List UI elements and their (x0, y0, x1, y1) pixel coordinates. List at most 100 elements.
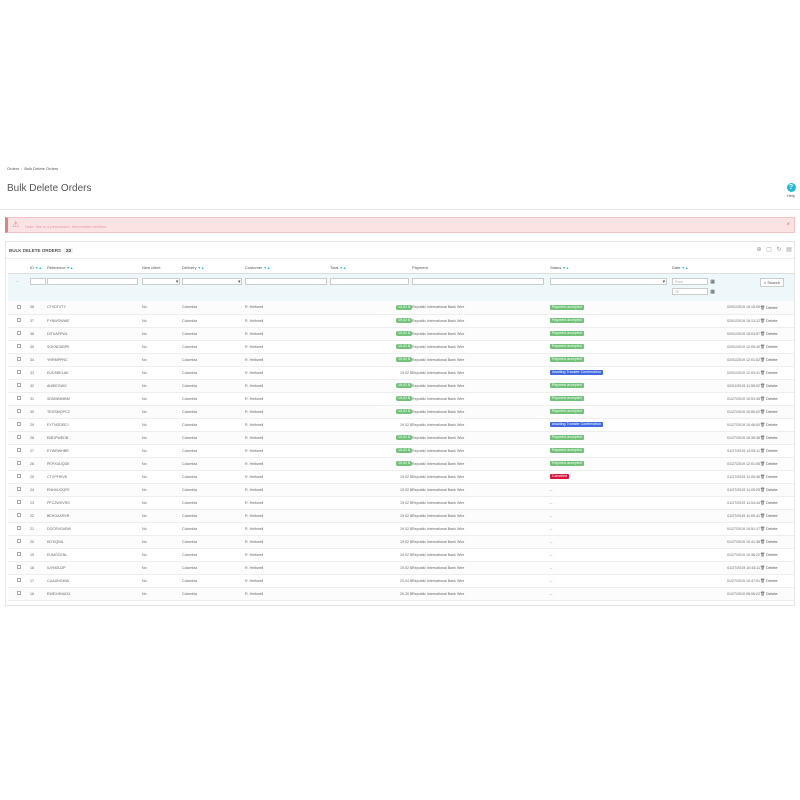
row-checkbox[interactable] (17, 370, 21, 374)
breadcrumb-orders-link[interactable]: Orders (7, 166, 19, 171)
row-checkbox[interactable] (17, 474, 21, 478)
row-checkbox[interactable] (17, 500, 21, 504)
sort-icon[interactable]: ▼▲ (681, 266, 688, 270)
filter-payment-input[interactable] (412, 277, 545, 285)
table-row[interactable]: 25 CTVPFHIVE No Colombia R. Helbwell 19,02 $ R… (8, 470, 794, 484)
row-checkbox[interactable] (17, 578, 21, 582)
filter-date-to[interactable]: To ▦ (672, 287, 715, 295)
table-row[interactable]: 38 CTVDTVTY No Colombia R. Helbwell 19,02 $ Re… (8, 301, 794, 315)
header-reference[interactable]: Reference▼▲ (47, 262, 142, 274)
filter-delivery-select[interactable] (182, 277, 243, 285)
row-checkbox[interactable] (17, 539, 21, 543)
sort-icon[interactable]: ▼▲ (66, 266, 73, 270)
delete-button[interactable]: 🗑Delete (760, 526, 778, 531)
row-checkbox[interactable] (17, 448, 21, 452)
filter-customer-input[interactable] (245, 277, 327, 285)
calendar-icon[interactable]: ▦ (710, 289, 715, 295)
delete-button[interactable]: 🗑Delete (760, 578, 778, 583)
table-row[interactable]: 28 EMDPWEDB No Colombia R. Helbwell 19,02 $ Re… (8, 431, 794, 445)
table-row[interactable]: 32 AHIEEGWG No Colombia R. Helbwell 19,02 $ Re… (8, 379, 794, 393)
delete-button[interactable]: 🗑Delete (760, 461, 778, 466)
header-customer[interactable]: Customer▼▲ (245, 262, 330, 274)
sort-icon[interactable]: ▼▲ (339, 266, 346, 270)
table-row[interactable]: 19 EUMGCENL No Colombia R. Helbwell 19,02 $ Re… (8, 548, 794, 562)
delete-button[interactable]: 🗑Delete (760, 383, 778, 388)
delete-button[interactable]: 🗑Delete (760, 344, 778, 349)
filter-total-input[interactable] (330, 277, 409, 285)
header-date[interactable]: Date▼▲ (672, 262, 760, 274)
table-row[interactable]: 36 DITUAFPWL No Colombia R. Helbwell 19,02 $ R… (8, 327, 794, 341)
delete-button[interactable]: 🗑Delete (760, 474, 778, 479)
row-checkbox[interactable] (17, 422, 21, 426)
filter-reference-input[interactable] (47, 277, 139, 285)
delete-button[interactable]: 🗑Delete (760, 305, 778, 310)
filter-date-from[interactable]: From ▦ (672, 277, 715, 285)
row-checkbox[interactable] (17, 591, 21, 595)
delete-button[interactable]: 🗑Delete (760, 396, 778, 401)
table-row[interactable]: 37 FYNWGWWE No Colombia R. Helbwell 19,02 $ Re… (8, 314, 794, 328)
table-row[interactable]: 35 SOKNDDBPE No Colombia R. Helbwell 19,02 $ R… (8, 340, 794, 354)
refresh-icon[interactable]: ↻ (776, 247, 782, 253)
delete-button[interactable]: 🗑Delete (760, 331, 778, 336)
table-row[interactable]: 16 EWEXHNUDX No Colombia R. Helbwell 20,30 $ R… (8, 587, 794, 601)
row-checkbox[interactable] (17, 357, 21, 361)
row-checkbox[interactable] (17, 331, 21, 335)
row-checkbox[interactable] (17, 396, 21, 400)
delete-button[interactable]: 🗑Delete (760, 422, 778, 427)
row-checkbox[interactable] (17, 487, 21, 491)
help-button[interactable]: ? Help (784, 183, 798, 198)
header-id[interactable]: ID▼▲ (30, 262, 47, 274)
sort-icon[interactable]: ▼▲ (263, 266, 270, 270)
filter-toggle-icon[interactable]: -- (16, 278, 19, 283)
delete-button[interactable]: 🗑Delete (760, 539, 778, 544)
row-checkbox[interactable] (17, 565, 21, 569)
row-checkbox[interactable] (17, 526, 21, 530)
table-row[interactable]: 24 ENHXUOQFE No Colombia R. Helbwell 19,02 $ R… (8, 483, 794, 497)
header-delivery[interactable]: Delivery▼▲ (182, 262, 245, 274)
delete-button[interactable]: 🗑Delete (760, 318, 778, 323)
delete-button[interactable]: 🗑Delete (760, 448, 778, 453)
delete-button[interactable]: 🗑Delete (760, 435, 778, 440)
table-row[interactable]: 31 SDMWMMBM No Colombia R. Helbwell 19,02 $ Re… (8, 392, 794, 406)
delete-button[interactable]: 🗑Delete (760, 357, 778, 362)
add-icon[interactable]: ⊕ (756, 247, 762, 253)
search-button[interactable]: ⌕ Search (760, 277, 784, 287)
delete-button[interactable]: 🗑Delete (760, 552, 778, 557)
row-checkbox[interactable] (17, 513, 21, 517)
row-checkbox[interactable] (17, 318, 21, 322)
calendar-icon[interactable]: ▦ (710, 279, 715, 285)
row-checkbox[interactable] (17, 344, 21, 348)
sql-icon[interactable]: ▤ (786, 247, 792, 253)
row-checkbox[interactable] (17, 383, 21, 387)
table-row[interactable]: 34 YRRMPPNC No Colombia R. Helbwell 19,02 $ Re… (8, 353, 794, 367)
delete-button[interactable]: 🗑Delete (760, 409, 778, 414)
table-row[interactable]: 26 PEPXUUQDE No Colombia R. Helbwell 19,02 $ R… (8, 457, 794, 471)
header-status[interactable]: Status▼▲ (550, 262, 672, 274)
table-row[interactable]: 21 DOCRVGARW No Colombia R. Helbwell 19,02 $ R… (8, 522, 794, 536)
export-icon[interactable]: ▢ (766, 247, 772, 253)
row-checkbox[interactable] (17, 304, 21, 309)
filter-id-input[interactable] (30, 277, 47, 285)
row-checkbox[interactable] (17, 461, 21, 465)
header-total[interactable]: Total▼▲ (330, 262, 412, 274)
table-row[interactable]: 33 EUDSBKLAK No Colombia R. Helbwell 19,02 $ R… (8, 366, 794, 380)
row-checkbox[interactable] (17, 435, 21, 439)
delete-button[interactable]: 🗑Delete (760, 591, 778, 596)
filter-new-client-select[interactable] (142, 277, 181, 285)
table-row[interactable]: 22 BEHOAKRVR No Colombia R. Helbwell 19,02 $ R… (8, 509, 794, 523)
table-row[interactable]: 27 EYWRWHBR No Colombia R. Helbwell 19,02 $ Re… (8, 444, 794, 458)
sort-icon[interactable]: ▼▲ (562, 266, 569, 270)
close-icon[interactable]: × (786, 222, 790, 228)
table-row[interactable]: 20 KDYIQNIL No Colombia R. Helbwell 19,02 $ Re… (8, 535, 794, 549)
delete-button[interactable]: 🗑Delete (760, 565, 778, 570)
delete-button[interactable]: 🗑Delete (760, 500, 778, 505)
row-checkbox[interactable] (17, 552, 21, 556)
delete-button[interactable]: 🗑Delete (760, 370, 778, 375)
table-row[interactable]: 30 TEGSMOPCZ No Colombia R. Helbwell 19,02 $ R… (8, 405, 794, 419)
filter-status-select[interactable] (550, 277, 668, 285)
table-row[interactable]: 29 EYTNGDEEJ No Colombia R. Helbwell 19,02 $ R… (8, 418, 794, 432)
table-row[interactable]: 17 CUAUNGMIA No Colombia R. Helbwell 20,04 $ R… (8, 574, 794, 588)
delete-button[interactable]: 🗑Delete (760, 513, 778, 518)
sort-icon[interactable]: ▼▲ (197, 266, 204, 270)
table-row[interactable]: 18 IUYNGUZP No Colombia R. Helbwell 19,02 $ Re… (8, 561, 794, 575)
